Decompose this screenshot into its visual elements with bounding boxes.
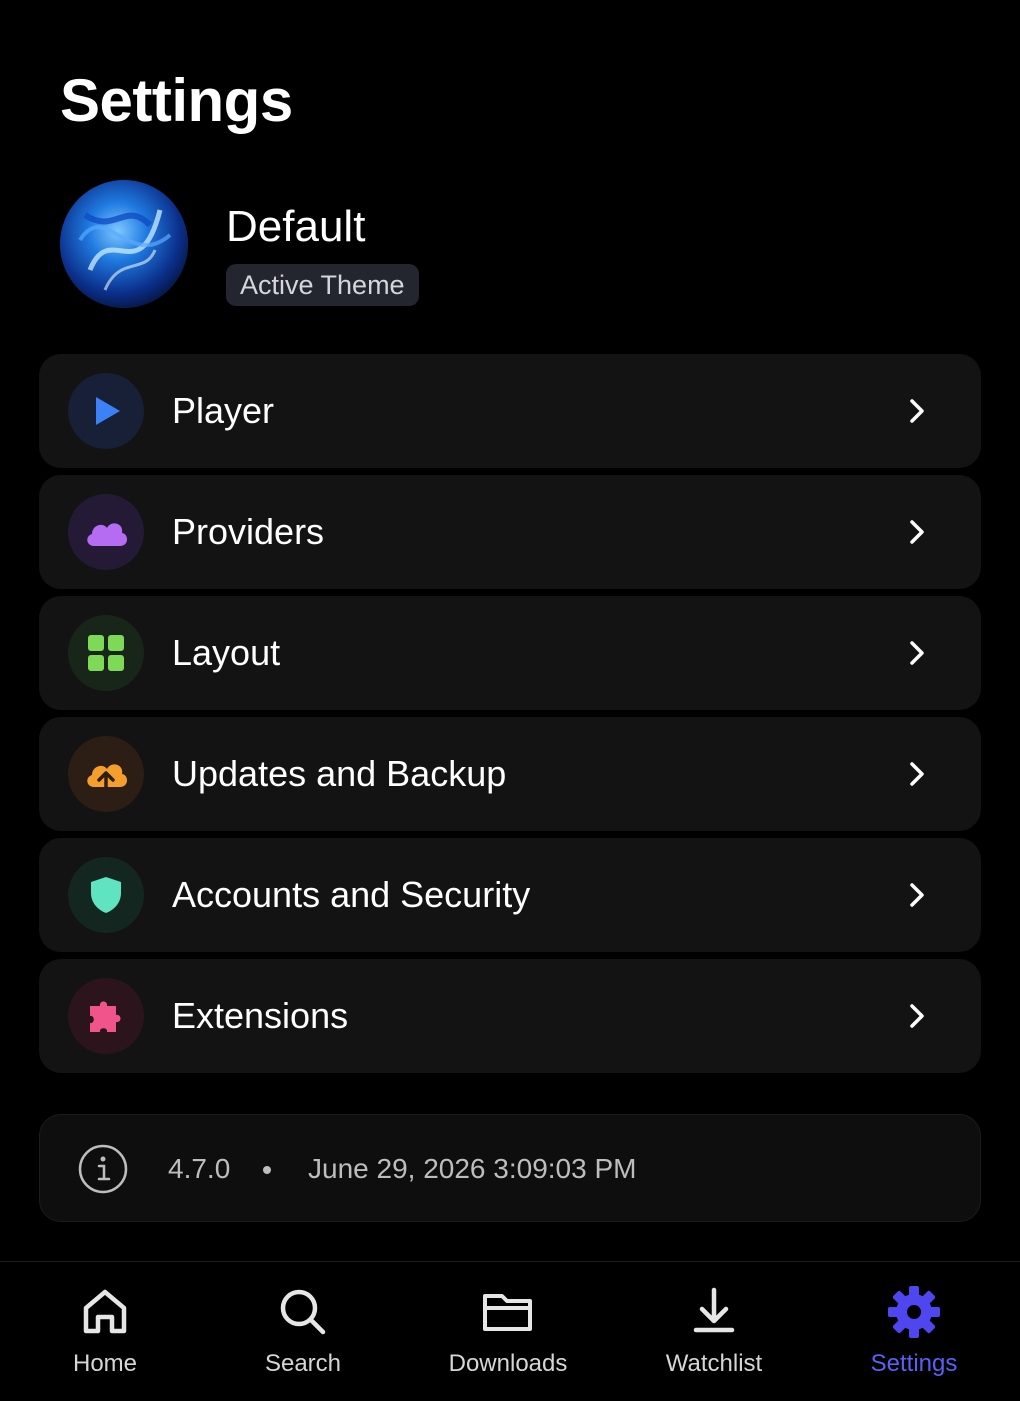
grid-icon xyxy=(88,635,124,671)
nav-label-search: Search xyxy=(264,1350,342,1377)
puzzle-icon xyxy=(90,1001,121,1032)
menu-item-layout[interactable]: Layout xyxy=(39,596,981,710)
theme-avatar[interactable] xyxy=(60,180,188,308)
menu-item-player[interactable]: Player xyxy=(39,354,981,468)
active-theme-row[interactable]: Default Active Theme xyxy=(60,180,960,310)
menu-item-label: Player xyxy=(172,390,275,431)
info-icon xyxy=(78,1144,128,1194)
nav-label-watchlist: Watchlist xyxy=(665,1350,763,1377)
nav-item-home[interactable]: Home xyxy=(15,1262,195,1401)
chevron-right-icon xyxy=(910,1004,924,1028)
app-info-card: 4.7.0 June 29, 2026 3:09:03 PM xyxy=(39,1114,981,1222)
app-version: 4.7.0 xyxy=(168,1153,231,1184)
bottom-nav: Home Search Downloads Watchlist Settings xyxy=(0,1261,1020,1401)
play-icon xyxy=(96,397,120,425)
chevron-right-icon xyxy=(910,883,924,907)
download-icon xyxy=(693,1287,735,1333)
shield-icon xyxy=(91,877,121,913)
nav-item-settings[interactable]: Settings xyxy=(824,1262,1004,1401)
settings-menu: Player Providers Layout Updates and Back… xyxy=(39,354,981,1080)
nav-label-downloads: Downloads xyxy=(448,1350,568,1377)
chevron-right-icon xyxy=(910,399,924,423)
folder-icon xyxy=(483,1294,532,1331)
menu-item-label: Updates and Backup xyxy=(172,753,507,794)
gear-icon xyxy=(888,1286,940,1338)
search-icon xyxy=(280,1289,326,1335)
separator-dot xyxy=(263,1166,271,1174)
security-icon-badge xyxy=(68,857,144,933)
providers-icon-badge xyxy=(68,494,144,570)
active-theme-badge: Active Theme xyxy=(226,264,419,306)
updates-icon-badge xyxy=(68,736,144,812)
chevron-right-icon xyxy=(910,762,924,786)
cloud-upload-icon xyxy=(87,764,128,791)
menu-item-label: Accounts and Security xyxy=(172,874,531,915)
page-title: Settings xyxy=(60,67,293,134)
nav-label-settings: Settings xyxy=(870,1350,958,1377)
menu-item-accounts-security[interactable]: Accounts and Security xyxy=(39,838,981,952)
settings-page: Settings Default Active Theme Player Pro… xyxy=(0,0,1020,1401)
menu-item-label: Layout xyxy=(172,632,281,673)
menu-item-providers[interactable]: Providers xyxy=(39,475,981,589)
nav-item-downloads[interactable]: Downloads xyxy=(418,1262,598,1401)
chevron-right-icon xyxy=(910,641,924,665)
build-date: June 29, 2026 3:09:03 PM xyxy=(308,1153,637,1184)
theme-name: Default xyxy=(226,202,366,251)
cloud-icon xyxy=(87,523,128,546)
extensions-icon-badge xyxy=(68,978,144,1054)
menu-item-updates-backup[interactable]: Updates and Backup xyxy=(39,717,981,831)
chevron-right-icon xyxy=(910,520,924,544)
menu-item-label: Providers xyxy=(172,511,325,552)
player-icon-badge xyxy=(68,373,144,449)
menu-item-label: Extensions xyxy=(172,995,349,1036)
nav-label-home: Home xyxy=(72,1350,138,1377)
home-icon xyxy=(83,1289,127,1334)
nav-item-watchlist[interactable]: Watchlist xyxy=(624,1262,804,1401)
nav-item-search[interactable]: Search xyxy=(213,1262,393,1401)
menu-item-extensions[interactable]: Extensions xyxy=(39,959,981,1073)
layout-icon-badge xyxy=(68,615,144,691)
